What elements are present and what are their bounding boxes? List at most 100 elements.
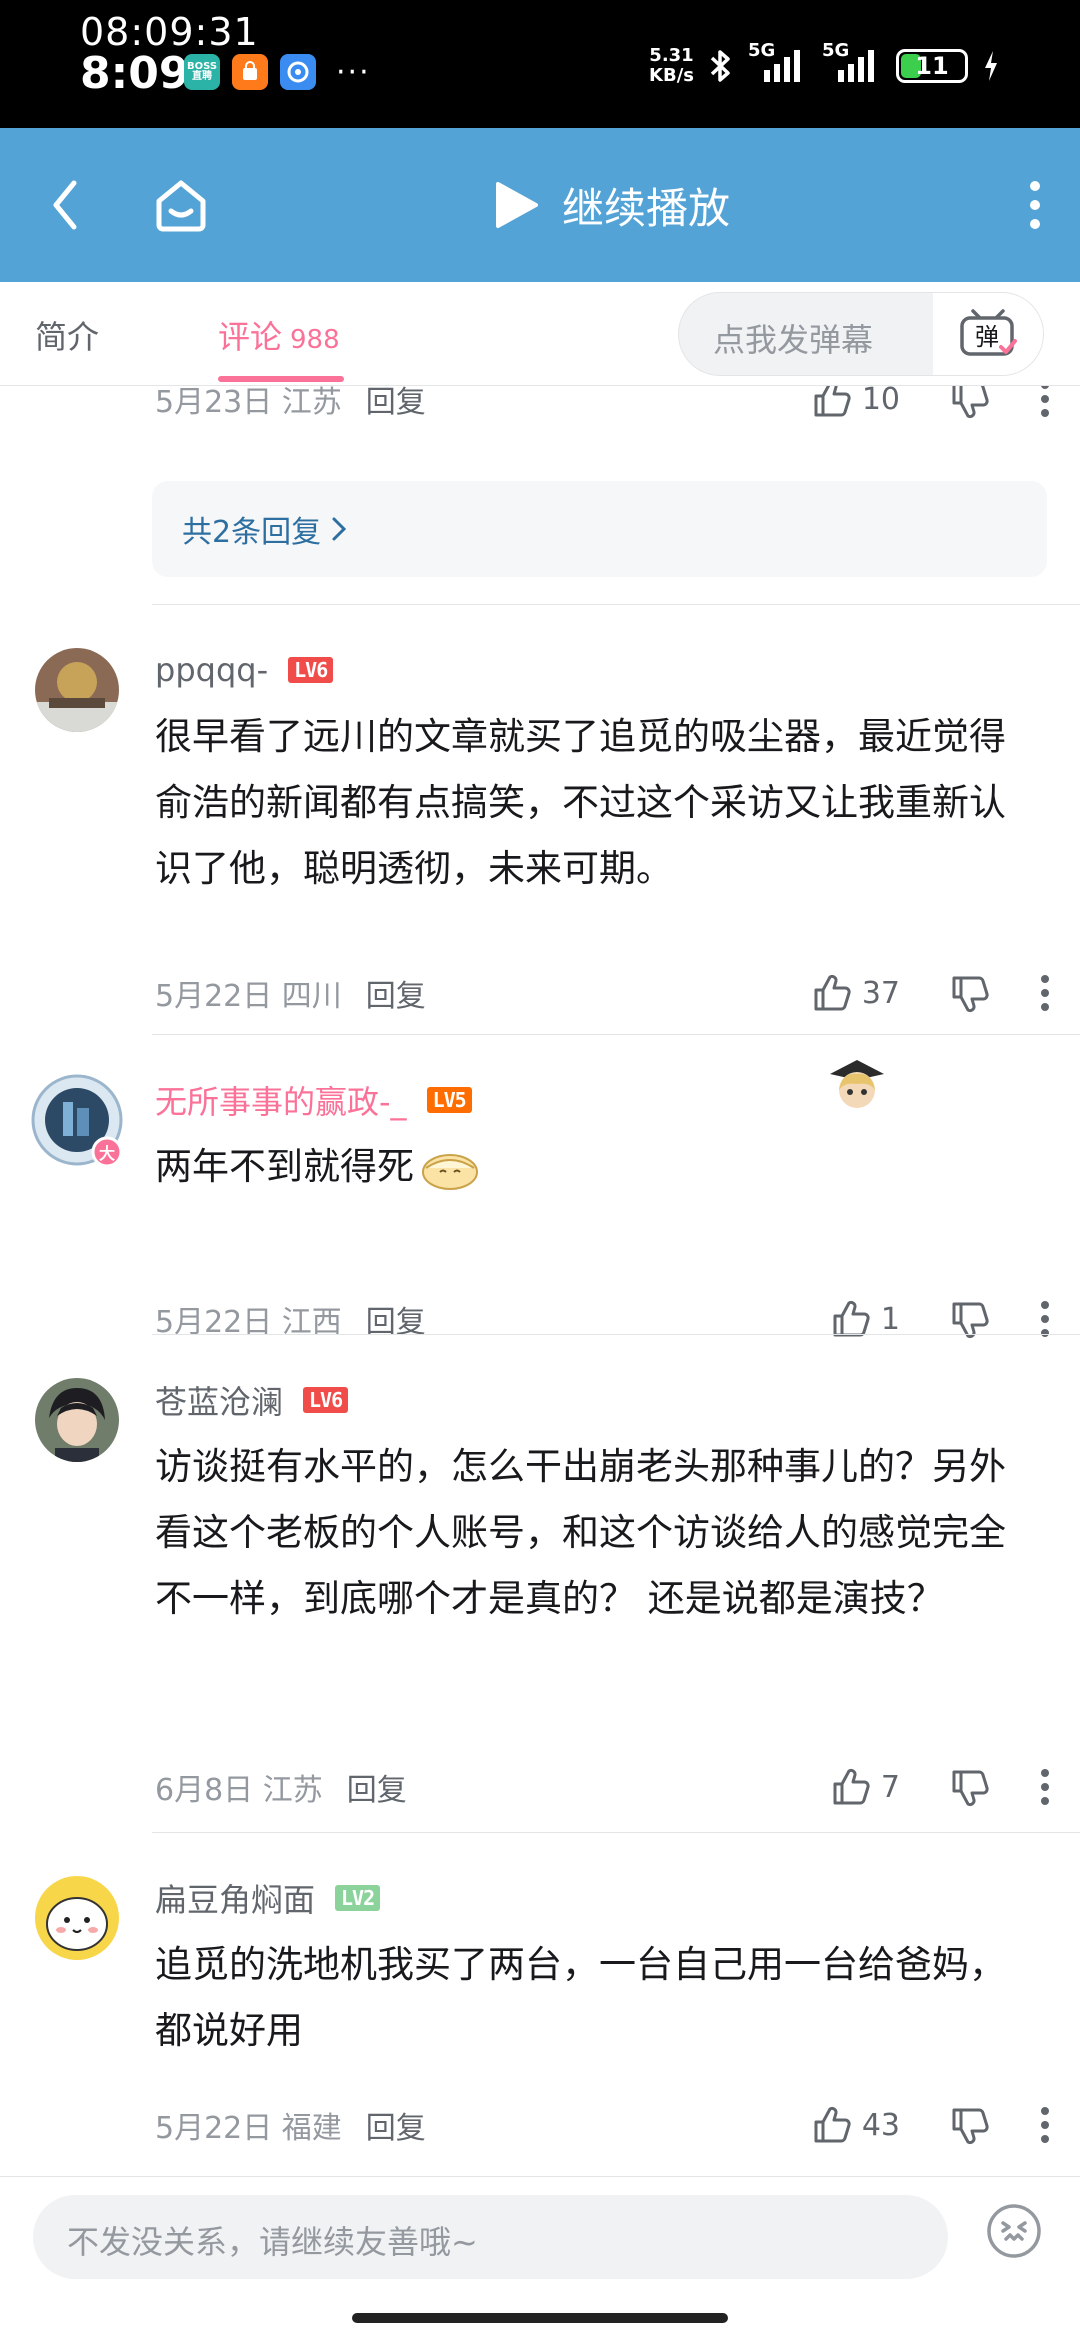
comment-date: 6月8日 江苏 <box>155 1773 323 1808</box>
comment-date: 5月22日 四川 <box>155 979 342 1014</box>
comment-text: 追觅的洗地机我买了两台，一台自己用一台给爸妈，都说好用 <box>155 1943 1006 2052</box>
comment-text: 访谈挺有水平的，怎么干出崩老头那种事儿的？另外看这个老板的个人账号，和这个访谈给… <box>155 1445 1006 1620</box>
like-button[interactable]: 43 <box>812 2100 900 2150</box>
username[interactable]: 扁豆角焖面 <box>155 1875 315 1921</box>
tab-active-indicator <box>218 376 344 382</box>
home-button[interactable] <box>148 128 214 282</box>
thumbs-up-icon <box>814 974 851 1011</box>
level-badge: LV2 <box>335 1885 381 1911</box>
tab-bar: 简介 评论 988 点我发弹幕 弹 <box>0 282 1080 386</box>
continue-play-label: 继续播放 <box>562 183 731 233</box>
video-header: 继续播放 <box>0 128 1080 282</box>
network-speed-unit: KB/s <box>649 65 694 86</box>
like-button[interactable]: 37 <box>812 968 900 1018</box>
emoji-button-icon[interactable] <box>984 2201 1044 2261</box>
continue-play-button[interactable]: 继续播放 <box>490 128 730 282</box>
reply-button[interactable]: 回复 <box>366 2103 426 2147</box>
browser-icon <box>280 54 316 90</box>
thumbs-down-icon[interactable] <box>950 2106 990 2146</box>
thumbs-down-icon[interactable] <box>950 974 990 1014</box>
username-row: 苍蓝沧澜 LV6 <box>155 1377 349 1423</box>
thumbs-down-icon[interactable] <box>950 1768 990 1808</box>
comment-text: 两年不到就得死 <box>155 1145 414 1188</box>
reply-button[interactable]: 回复 <box>366 971 426 1015</box>
username-row: ppqqq- LV6 <box>155 648 334 692</box>
comment-input[interactable]: 不发没关系，请继续友善哦~ <box>33 2195 948 2279</box>
network-speed: 5.31 KB/s <box>649 46 694 86</box>
like-button[interactable]: 7 <box>831 1762 900 1812</box>
play-icon <box>496 182 538 228</box>
comment-divider <box>152 604 1080 605</box>
level-badge: LV5 <box>426 1087 472 1113</box>
username[interactable]: ppqqq- <box>155 651 268 689</box>
battery-icon: 11 <box>896 49 968 83</box>
avatar[interactable] <box>35 1378 119 1462</box>
thumbs-up-icon <box>814 386 851 417</box>
battery-level: 11 <box>915 52 949 80</box>
like-count: 10 <box>861 386 900 417</box>
danmaku-icon: 弹 <box>960 309 1017 356</box>
view-replies-link[interactable]: 共2条回复 <box>152 481 1047 577</box>
comment-more-icon[interactable] <box>1040 1300 1050 1338</box>
comment-divider <box>152 1832 1080 1833</box>
like-button[interactable]: 1 <box>831 1294 900 1344</box>
like-button[interactable]: 10 <box>812 386 900 424</box>
chevron-right-icon <box>332 517 347 541</box>
more-options-button[interactable] <box>1010 128 1060 282</box>
username[interactable]: 苍蓝沧澜 <box>155 1377 283 1423</box>
comment-date: 5月22日 福建 <box>155 2111 342 2146</box>
status-bar: 08:09:31 8:09 BOSS直聘 ··· 5.31 KB/s 5G 5G… <box>0 0 1080 128</box>
view-replies-label: 共2条回复 <box>182 515 322 550</box>
home-indicator[interactable] <box>352 2313 728 2323</box>
avatar[interactable] <box>35 648 119 732</box>
level-badge: LV6 <box>303 1387 349 1413</box>
taobao-icon <box>232 54 268 90</box>
comment-meta: 5月22日 四川 回复 37 <box>155 968 1080 1018</box>
home-icon <box>156 180 206 232</box>
thumbs-up-icon <box>833 1300 870 1337</box>
comment-more-icon[interactable] <box>1040 974 1050 1012</box>
more-vertical-icon <box>1030 181 1040 229</box>
username-row: 扁豆角焖面 LV2 <box>155 1875 381 1921</box>
danmaku-placeholder: 点我发弹幕 <box>713 321 874 359</box>
back-button[interactable] <box>30 128 100 282</box>
comment-text: 很早看了远川的文章就买了追觅的吸尘器，最近觉得俞浩的新闻都有点搞笑，不过这个采访… <box>155 715 1006 890</box>
like-count: 7 <box>880 1769 900 1805</box>
comment-divider <box>152 1034 1080 1035</box>
reply-button[interactable]: 回复 <box>347 1765 407 1809</box>
charging-icon <box>985 51 997 81</box>
network-speed-value: 5.31 <box>649 45 694 66</box>
signal-1-icon: 5G <box>748 40 808 86</box>
danmaku-input[interactable]: 点我发弹幕 弹 <box>678 292 1044 376</box>
username[interactable]: 无所事事的赢政-_ <box>155 1077 407 1123</box>
avatar[interactable] <box>35 1876 119 1960</box>
like-count: 1 <box>880 1301 900 1337</box>
thumbs-down-icon[interactable] <box>950 386 990 420</box>
comment-meta-partial: 5月23日 江苏 回复 10 <box>155 386 1080 424</box>
comment-more-icon[interactable] <box>1040 2106 1050 2144</box>
tab-comments-count: 988 <box>290 325 340 355</box>
fan-decoration-icon <box>830 1060 884 1108</box>
signal-2-icon: 5G <box>822 40 882 86</box>
status-time: 8:09 <box>80 48 190 99</box>
comment-meta: 5月22日 江西 回复 1 <box>155 1294 1080 1344</box>
comment-meta: 5月22日 福建 回复 43 <box>155 2100 1080 2150</box>
tab-comments[interactable]: 评论 988 <box>218 312 340 358</box>
tab-intro[interactable]: 简介 <box>35 312 99 358</box>
comment-input-placeholder: 不发没关系，请继续友善哦~ <box>67 2223 478 2261</box>
boss-zhipin-icon: BOSS直聘 <box>184 54 220 90</box>
vip-badge-text: 大 <box>99 1144 115 1163</box>
comment-more-icon[interactable] <box>1040 1768 1050 1806</box>
reply-button[interactable]: 回复 <box>366 386 426 421</box>
more-notifications-icon: ··· <box>336 54 371 90</box>
comment-more-icon[interactable] <box>1040 386 1050 418</box>
signal-1-label: 5G <box>748 40 776 61</box>
danmaku-toggle-button[interactable]: 弹 <box>933 293 1043 375</box>
thumbs-up-icon <box>814 2106 851 2143</box>
comment-list[interactable]: 5月23日 江苏 回复 10 共2条回复 ppqqq- LV6 很早看了远川的文… <box>0 386 1080 2176</box>
tab-comments-label: 评论 <box>218 318 283 356</box>
signal-2-label: 5G <box>822 40 850 61</box>
danmaku-button-text: 弹 <box>975 323 999 351</box>
avatar[interactable]: 大 <box>31 1074 123 1168</box>
comment-meta: 6月8日 江苏 回复 7 <box>155 1762 1080 1812</box>
